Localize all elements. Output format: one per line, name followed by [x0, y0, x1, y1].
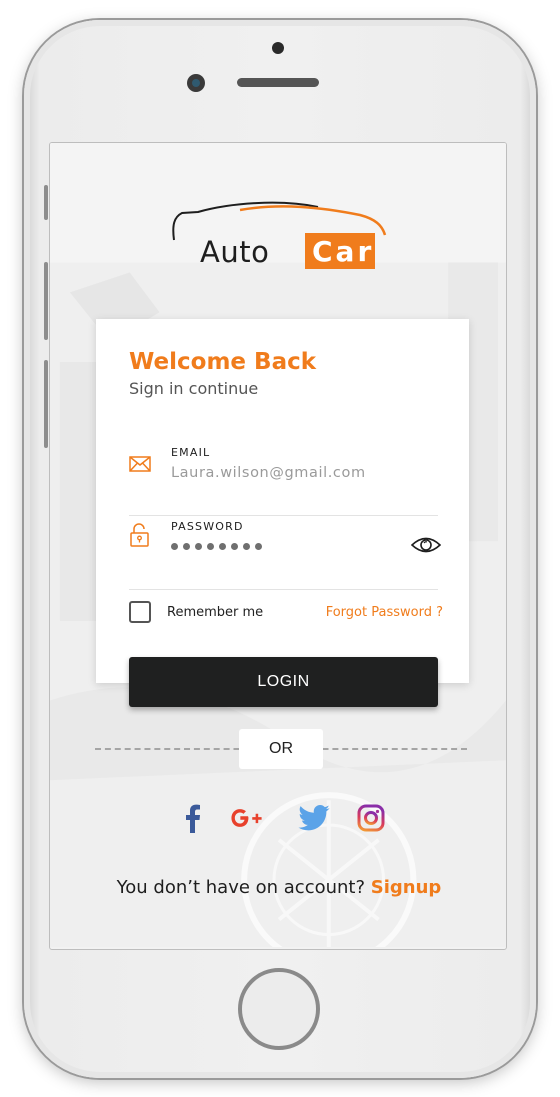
password-field[interactable]: PASSWORD [129, 515, 441, 590]
facebook-button[interactable] [175, 801, 209, 835]
instagram-icon [357, 804, 385, 832]
email-field[interactable]: EMAIL [129, 441, 438, 516]
password-mask-dot [219, 543, 226, 550]
password-mask-dot [231, 543, 238, 550]
signup-prompt-text: You don’t have on account? [116, 877, 366, 898]
remember-me-checkbox[interactable] [129, 601, 151, 623]
login-card: Welcome Back Sign in continue EMAIL PASS… [96, 319, 469, 683]
facebook-icon [186, 804, 200, 833]
password-mask-dot [243, 543, 250, 550]
volume-down-button [44, 360, 48, 448]
password-mask-dot [183, 543, 190, 550]
or-divider-label: OR [239, 729, 323, 769]
logo-text-auto: Auto [200, 235, 270, 269]
remember-me-label: Remember me [167, 604, 264, 620]
login-button[interactable]: LOGIN [129, 657, 438, 707]
password-mask-dot [255, 543, 262, 550]
eye-icon[interactable] [411, 535, 441, 555]
logo-text-car: Car [312, 235, 375, 268]
app-screen: Auto Car Welcome Back Sign in continue E… [49, 142, 507, 950]
forgot-password-link[interactable]: Forgot Password ? [326, 605, 443, 620]
signup-link[interactable]: Signup [371, 877, 442, 898]
google-plus-button[interactable] [231, 801, 265, 835]
email-input[interactable] [171, 465, 401, 481]
password-mask-dot [207, 543, 214, 550]
email-label: EMAIL [171, 446, 211, 459]
mute-switch [44, 185, 48, 220]
google-plus-icon [231, 809, 262, 827]
earpiece-speaker [237, 78, 319, 87]
proximity-sensor [272, 42, 284, 54]
unlock-icon [130, 523, 149, 547]
remember-me[interactable]: Remember me [129, 601, 263, 623]
signup-prompt: You don’t have on account? Signup [50, 877, 506, 898]
envelope-icon [129, 456, 151, 472]
password-label: PASSWORD [171, 520, 244, 533]
home-button[interactable] [238, 968, 320, 1050]
autocar-logo: Auto Car [170, 195, 400, 285]
password-mask-dot [171, 543, 178, 550]
volume-up-button [44, 262, 48, 340]
page-subtitle: Sign in continue [129, 379, 259, 398]
twitter-button[interactable] [297, 801, 331, 835]
instagram-button[interactable] [354, 801, 388, 835]
password-input[interactable] [171, 539, 262, 550]
page-title: Welcome Back [129, 349, 317, 375]
password-mask-dot [195, 543, 202, 550]
twitter-icon [298, 805, 330, 831]
front-camera [187, 74, 205, 92]
